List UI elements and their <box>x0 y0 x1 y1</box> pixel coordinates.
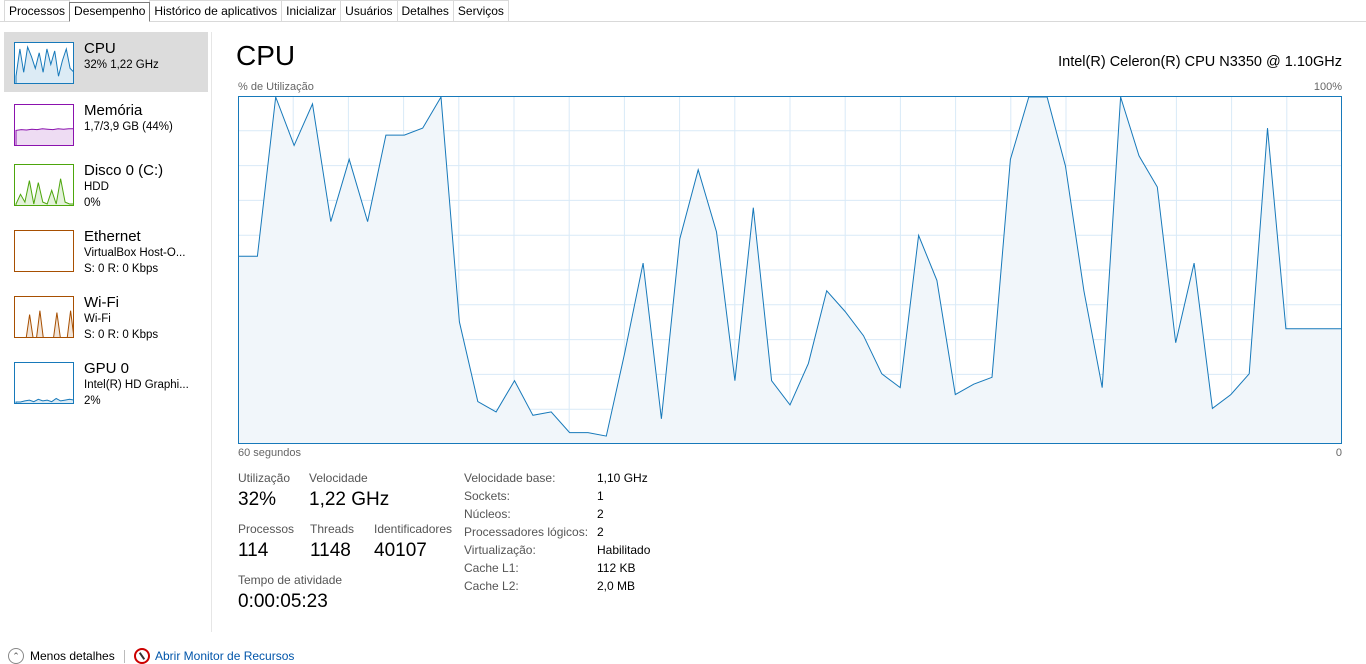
sidebar-thumbnail-graph <box>14 42 74 84</box>
info-label: Virtualização: <box>464 543 536 557</box>
thumbnail-series <box>16 47 74 84</box>
axis-max-label: 100% <box>1314 81 1342 93</box>
tab-0[interactable]: Processos <box>4 0 70 21</box>
speed-value: 1,22 GHz <box>309 489 389 511</box>
thumbnail-series <box>16 179 74 206</box>
info-value: Habilitado <box>597 543 650 557</box>
info-value: 112 KB <box>597 561 635 575</box>
sidebar-thumbnail-graph <box>14 164 74 206</box>
info-value: 2 <box>597 507 604 521</box>
sidebar-item-2[interactable]: Disco 0 (C:) HDD 0% <box>4 154 208 214</box>
sidebar-item-detail: 32% 1,22 GHz <box>84 59 159 71</box>
sidebar-item-title: GPU 0 <box>84 360 129 377</box>
sidebar-thumbnail-graph <box>14 362 74 404</box>
axis-zero-label: 0 <box>1336 447 1342 459</box>
sidebar: CPU 32% 1,22 GHz Memória 1,7/3,9 GB (44%) Di… <box>0 32 212 632</box>
sidebar-item-1[interactable]: Memória 1,7/3,9 GB (44%) <box>4 94 208 154</box>
sidebar-item-subdetail: S: 0 R: 0 Kbps <box>84 263 158 275</box>
threads-label: Threads <box>310 522 354 536</box>
handles-value: 40107 <box>374 540 427 562</box>
sidebar-item-detail: VirtualBox Host-O... <box>84 247 185 259</box>
tab-4[interactable]: Usuários <box>340 0 397 21</box>
sidebar-item-detail: Intel(R) HD Graphi... <box>84 379 189 391</box>
tab-bar: ProcessosDesempenhoHistórico de aplicati… <box>0 0 1366 22</box>
sidebar-thumbnail-graph <box>14 296 74 338</box>
handles-label: Identificadores <box>374 522 452 536</box>
info-value: 1 <box>597 489 604 503</box>
page-title: CPU <box>236 40 295 72</box>
resource-monitor-label: Abrir Monitor de Recursos <box>155 649 294 663</box>
fewer-details-label: Menos detalhes <box>30 649 115 663</box>
sidebar-item-title: Memória <box>84 102 142 119</box>
uptime-label: Tempo de atividade <box>238 573 342 587</box>
processes-value: 114 <box>238 540 268 562</box>
info-label: Núcleos: <box>464 507 511 521</box>
sidebar-item-detail: HDD <box>84 181 109 193</box>
tab-3[interactable]: Inicializar <box>281 0 341 21</box>
info-value: 1,10 GHz <box>597 471 648 485</box>
sidebar-item-title: Disco 0 (C:) <box>84 162 163 179</box>
footer: ⌃ Menos detalhes Abrir Monitor de Recurs… <box>0 644 1366 662</box>
sidebar-item-subdetail: 2% <box>84 395 101 407</box>
tab-1[interactable]: Desempenho <box>69 2 150 22</box>
thumbnail-series <box>16 129 74 146</box>
tab-2[interactable]: Histórico de aplicativos <box>149 0 282 21</box>
sidebar-item-3[interactable]: Ethernet VirtualBox Host-O... S: 0 R: 0 Kb… <box>4 220 208 280</box>
info-label: Cache L2: <box>464 579 519 593</box>
tab-5[interactable]: Detalhes <box>397 0 454 21</box>
footer-divider <box>124 650 125 663</box>
speed-label: Velocidade <box>309 471 368 485</box>
sidebar-item-5[interactable]: GPU 0 Intel(R) HD Graphi... 2% <box>4 352 208 412</box>
sidebar-item-title: CPU <box>84 40 116 57</box>
sidebar-thumbnail-graph <box>14 104 74 146</box>
sidebar-item-subdetail: S: 0 R: 0 Kbps <box>84 329 158 341</box>
utilization-label: Utilização <box>238 471 290 485</box>
info-label: Processadores lógicos: <box>464 525 588 539</box>
axis-time-label: 60 segundos <box>238 447 301 459</box>
sidebar-item-title: Ethernet <box>84 228 141 245</box>
sidebar-item-detail: 1,7/3,9 GB (44%) <box>84 121 173 133</box>
info-value: 2 <box>597 525 604 539</box>
sidebar-thumbnail-graph <box>14 230 74 272</box>
sidebar-item-title: Wi-Fi <box>84 294 119 311</box>
cpu-utilization-graph <box>238 96 1342 444</box>
processes-label: Processos <box>238 522 294 536</box>
info-value: 2,0 MB <box>597 579 635 593</box>
info-label: Sockets: <box>464 489 510 503</box>
sidebar-item-detail: Wi-Fi <box>84 313 111 325</box>
utilization-axis-label: % de Utilização <box>238 81 314 93</box>
thumbnail-series <box>16 311 74 338</box>
info-label: Cache L1: <box>464 561 519 575</box>
sidebar-item-4[interactable]: Wi-Fi Wi-Fi S: 0 R: 0 Kbps <box>4 286 208 346</box>
uptime-value: 0:00:05:23 <box>238 591 328 613</box>
utilization-value: 32% <box>238 489 276 511</box>
tab-6[interactable]: Serviços <box>453 0 509 21</box>
thumbnail-series <box>16 399 74 405</box>
threads-value: 1148 <box>310 540 351 562</box>
cpu-model-name: Intel(R) Celeron(R) CPU N3350 @ 1.10GHz <box>1058 54 1342 70</box>
sidebar-item-subdetail: 0% <box>84 197 101 209</box>
sidebar-item-0[interactable]: CPU 32% 1,22 GHz <box>4 32 208 92</box>
info-label: Velocidade base: <box>464 471 555 485</box>
